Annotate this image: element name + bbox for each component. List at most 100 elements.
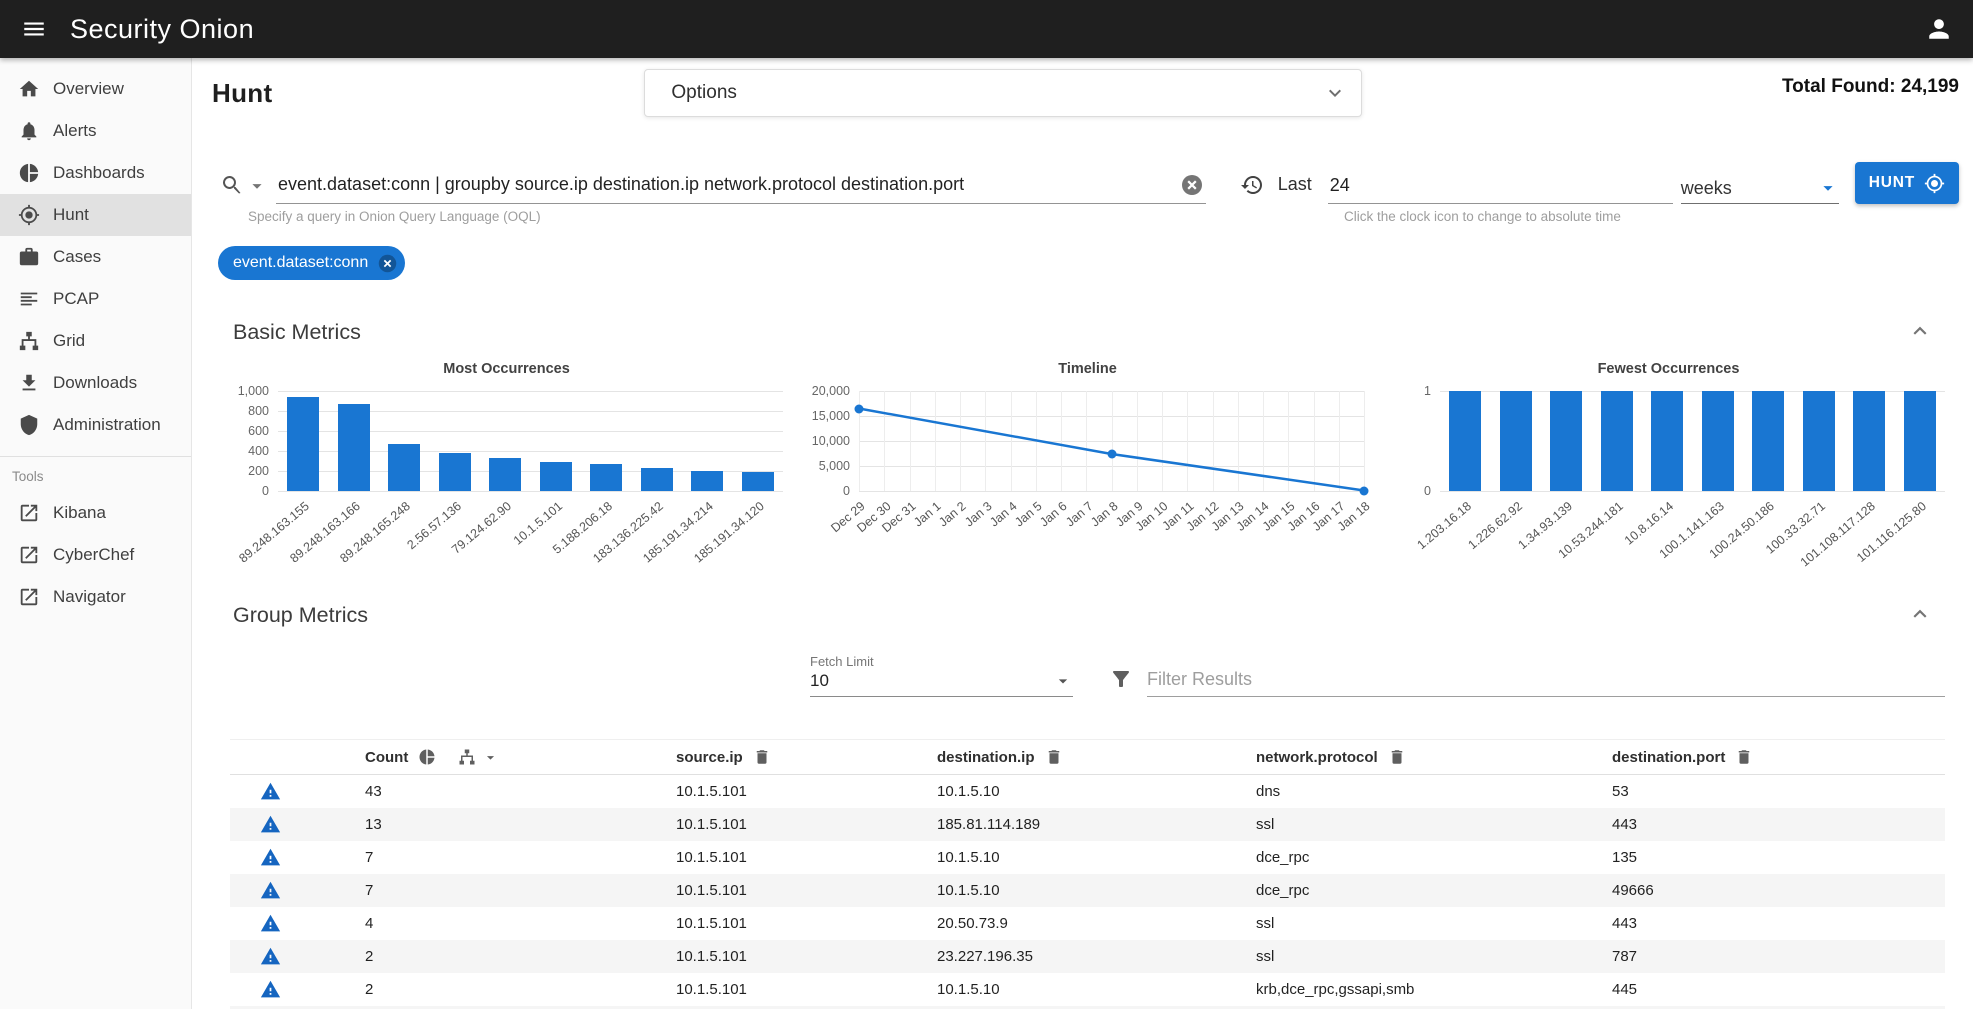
bar[interactable] <box>1702 391 1734 491</box>
bar[interactable] <box>439 453 471 492</box>
sidebar-item-dashboards[interactable]: Dashboards <box>0 152 191 194</box>
chart-most-occurrences: Most Occurrences1,000800600400200089.248… <box>230 361 783 587</box>
filter-icon <box>1109 667 1133 691</box>
table-cell: ssl <box>1256 808 1612 841</box>
bar[interactable] <box>1904 391 1936 491</box>
pie-chart-icon[interactable] <box>418 748 436 766</box>
table-row[interactable]: 710.1.5.10110.1.5.10dce_rpc49666 <box>230 874 1945 907</box>
relative-time-icon[interactable] <box>1240 173 1264 197</box>
query-hint: Specify a query in Onion Query Language … <box>248 209 541 224</box>
group-drilldown-icon[interactable] <box>458 748 476 766</box>
filter-chip[interactable]: event.dataset:conn <box>218 246 405 280</box>
user-icon <box>1926 16 1952 42</box>
time-unit-select[interactable]: weeks <box>1681 177 1839 204</box>
row-alert-cell[interactable] <box>230 808 365 841</box>
collapse-group-metrics-button[interactable] <box>1907 601 1933 630</box>
y-tick-label: 800 <box>248 404 269 418</box>
bar[interactable] <box>1803 391 1835 491</box>
trash-icon[interactable] <box>1045 748 1063 766</box>
bar[interactable] <box>1550 391 1582 491</box>
trash-icon[interactable] <box>1735 748 1753 766</box>
bar[interactable] <box>1853 391 1885 491</box>
row-alert-cell[interactable] <box>230 940 365 973</box>
sidebar-item-pcap[interactable]: PCAP <box>0 278 191 320</box>
chevron-down-icon[interactable] <box>482 749 499 766</box>
warning-icon <box>260 946 281 967</box>
bar[interactable] <box>1752 391 1784 491</box>
bar[interactable] <box>287 397 319 491</box>
sidebar-item-cases[interactable]: Cases <box>0 236 191 278</box>
y-tick-label: 0 <box>262 484 269 498</box>
clear-query-button[interactable] <box>1180 173 1204 197</box>
table-cell: dce_rpc <box>1256 874 1612 907</box>
options-dropdown[interactable]: Options <box>644 69 1362 117</box>
main-content: Hunt Options Total Found: 24,199 <box>192 58 1973 1009</box>
hamburger-menu-button[interactable] <box>10 5 58 53</box>
row-alert-cell[interactable] <box>230 775 365 809</box>
trash-icon[interactable] <box>1388 748 1406 766</box>
row-alert-cell[interactable] <box>230 973 365 1006</box>
trash-icon[interactable] <box>753 748 771 766</box>
bars <box>278 391 783 491</box>
sidebar-item-administration[interactable]: Administration <box>0 404 191 446</box>
table-row[interactable]: 210.1.5.10123.227.196.35ssl787 <box>230 940 1945 973</box>
sidebar-item-grid[interactable]: Grid <box>0 320 191 362</box>
warning-icon <box>260 913 281 934</box>
total-found: Total Found: 24,199 <box>1782 76 1959 98</box>
row-alert-cell[interactable] <box>230 841 365 874</box>
remove-filter-icon[interactable] <box>377 253 398 274</box>
query-history-caret-icon[interactable] <box>246 175 268 197</box>
collapse-basic-metrics-button[interactable] <box>1907 318 1933 347</box>
table-cell: 135 <box>1612 841 1945 874</box>
column-header-count: Count <box>365 740 676 775</box>
bar[interactable] <box>1500 391 1532 491</box>
bar[interactable] <box>540 462 572 492</box>
relative-time-value-input[interactable] <box>1328 175 1673 204</box>
bar[interactable] <box>338 404 370 491</box>
x-tick-label: Jan 7 <box>1063 499 1095 529</box>
query-input[interactable] <box>276 174 1180 201</box>
data-point[interactable] <box>1107 450 1116 459</box>
sidebar-tool-kibana[interactable]: Kibana <box>0 492 191 534</box>
basic-metrics-header: Basic Metrics <box>192 318 1973 347</box>
sidebar-item-alerts[interactable]: Alerts <box>0 110 191 152</box>
bar[interactable] <box>691 471 723 492</box>
sidebar-item-hunt[interactable]: Hunt <box>0 194 191 236</box>
user-account-button[interactable] <box>1915 5 1963 53</box>
plot-area <box>278 391 783 491</box>
table-row[interactable]: 1310.1.5.101185.81.114.189ssl443 <box>230 808 1945 841</box>
bar[interactable] <box>388 444 420 491</box>
row-alert-cell[interactable] <box>230 907 365 940</box>
options-label: Options <box>671 82 736 104</box>
bar[interactable] <box>590 464 622 491</box>
table-cell: 2 <box>365 973 676 1006</box>
table-row[interactable]: 210.1.5.10110.1.5.10krb,dce_rpc,gssapi,s… <box>230 973 1945 1006</box>
table-row[interactable]: 4310.1.5.10110.1.5.10dns53 <box>230 775 1945 809</box>
sidebar-tool-cyberchef[interactable]: CyberChef <box>0 534 191 576</box>
sidebar-item-overview[interactable]: Overview <box>0 68 191 110</box>
bar[interactable] <box>489 458 521 492</box>
bar[interactable] <box>641 468 673 491</box>
sidebar-item-label: Hunt <box>53 205 89 225</box>
y-tick-label: 15,000 <box>812 409 850 423</box>
briefcase-icon <box>18 246 40 268</box>
y-tick-label: 400 <box>248 444 269 458</box>
table-row[interactable]: 710.1.5.10110.1.5.10dce_rpc135 <box>230 841 1945 874</box>
table-cell: dns <box>1256 775 1612 809</box>
hunt-button[interactable]: HUNT <box>1855 162 1959 204</box>
data-point[interactable] <box>855 404 864 413</box>
bar[interactable] <box>1651 391 1683 491</box>
row-alert-cell[interactable] <box>230 874 365 907</box>
bar[interactable] <box>1601 391 1633 491</box>
sidebar-item-downloads[interactable]: Downloads <box>0 362 191 404</box>
table-row[interactable]: 410.1.5.10120.50.73.9ssl443 <box>230 907 1945 940</box>
alert-column-header <box>230 740 365 775</box>
chevron-up-icon <box>1907 318 1933 344</box>
fetch-limit-select[interactable]: Fetch Limit 10 <box>810 654 1073 697</box>
table-cell: 49666 <box>1612 874 1945 907</box>
filter-results-input[interactable] <box>1147 663 1945 697</box>
sidebar-tool-navigator[interactable]: Navigator <box>0 576 191 618</box>
search-icon[interactable] <box>220 173 244 197</box>
bar[interactable] <box>742 472 774 492</box>
bar[interactable] <box>1449 391 1481 491</box>
